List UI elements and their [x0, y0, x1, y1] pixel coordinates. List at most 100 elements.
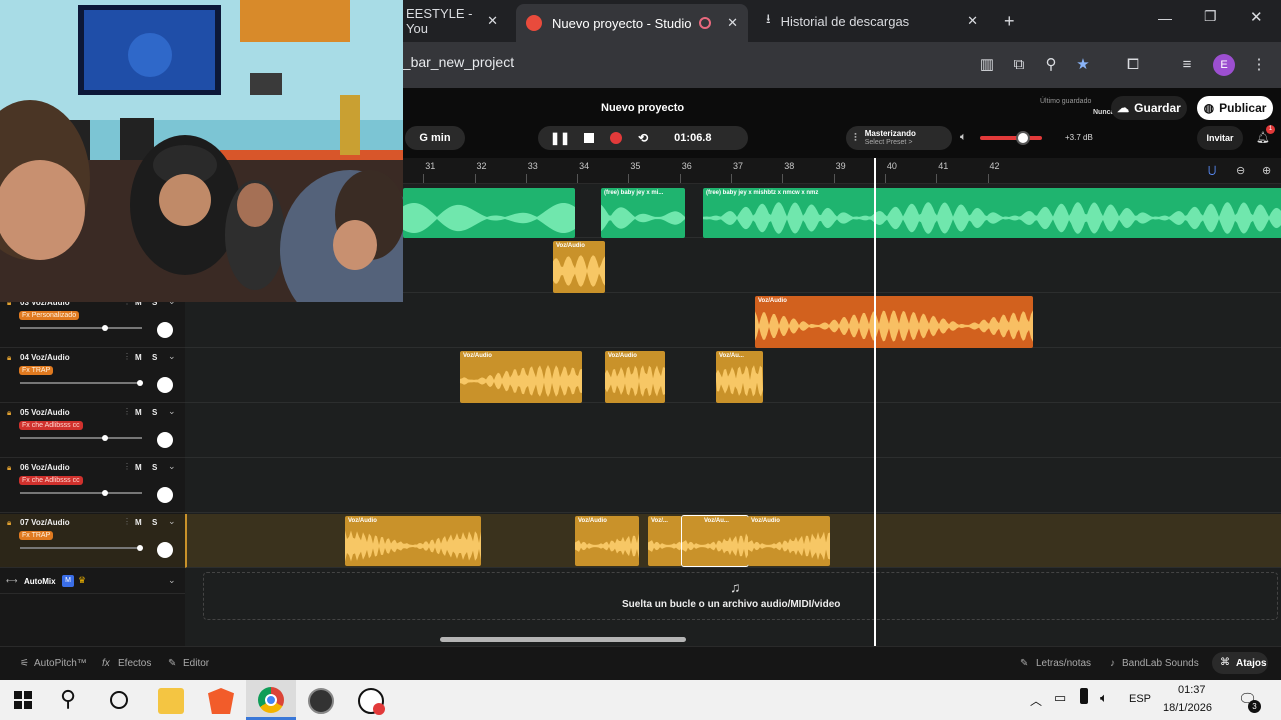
track-volume-fader[interactable]	[20, 325, 142, 331]
volume-handle[interactable]	[1016, 131, 1031, 145]
search-icon[interactable]: ⚲	[60, 686, 76, 712]
lock-icon[interactable]: 🔒︎	[7, 353, 11, 363]
voice-clip[interactable]: Voz/Audio	[553, 241, 605, 293]
pan-knob[interactable]	[157, 487, 173, 503]
restore-icon[interactable]: ❐	[1204, 8, 1217, 25]
voice-clip-orange[interactable]: Voz/Audio	[755, 296, 1033, 348]
zoom-in-icon[interactable]: ⊕	[1262, 164, 1271, 177]
chevron-down-icon[interactable]: ⌄	[168, 406, 176, 417]
project-title[interactable]: Nuevo proyecto	[601, 102, 684, 114]
solo-button[interactable]: S	[152, 353, 157, 362]
battery-icon[interactable]	[1080, 688, 1088, 704]
fader-handle[interactable]	[136, 380, 143, 386]
voice-clip[interactable]: Voz/Audio	[748, 516, 830, 566]
mute-button[interactable]: M	[135, 463, 142, 472]
track-name[interactable]: 04 Voz/Audio	[20, 353, 70, 362]
track-name[interactable]: 06 Voz/Audio	[20, 463, 70, 472]
pan-knob[interactable]	[157, 432, 173, 448]
media-player-icon[interactable]	[308, 688, 334, 714]
close-icon[interactable]: ✕	[487, 13, 498, 29]
drop-zone[interactable]: ♫ Suelta un bucle o un archivo audio/MID…	[203, 572, 1278, 620]
lock-icon[interactable]: 🔒︎	[7, 518, 11, 528]
pause-icon[interactable]: ❚❚	[550, 131, 570, 145]
horizontal-scrollbar[interactable]	[440, 637, 686, 642]
track-name[interactable]: 05 Voz/Audio	[20, 408, 70, 417]
shortcuts-button[interactable]: ⌘ Atajos	[1212, 652, 1268, 674]
track-header[interactable]: 🔒︎03 Voz/Audio⋮MS⌄Fx Personalizado	[0, 294, 185, 348]
master-volume-slider[interactable]	[980, 131, 1042, 145]
media-controls-icon[interactable]: ≡	[1176, 54, 1198, 76]
track-header[interactable]: 🔒︎ 05 Voz/Audio ⋮ M S ⌄ Fx che Adlibsss cc	[0, 404, 185, 458]
lyrics-button[interactable]: Letras/notas	[1036, 658, 1091, 669]
beat-clip[interactable]: (free) baby jey x mi...	[601, 188, 685, 238]
zoom-icon[interactable]: ⚲	[1040, 54, 1062, 76]
record-icon[interactable]	[610, 132, 623, 144]
beat-clip[interactable]: (free) baby jey x mishbtz x nmcw x nmz	[703, 188, 1281, 238]
extensions-icon[interactable]: ⧠	[1122, 54, 1144, 76]
automix-row[interactable]: ⟷ AutoMix M ♛ ⌄	[0, 570, 185, 594]
minimize-icon[interactable]: —	[1158, 10, 1172, 26]
key-selector[interactable]: G min	[405, 126, 465, 150]
mute-button[interactable]: M	[135, 518, 142, 527]
windows-start-icon[interactable]	[14, 691, 32, 709]
lock-icon[interactable]: 🔒︎	[7, 408, 11, 418]
chevron-down-icon[interactable]: ⌄	[168, 461, 176, 472]
track-volume-fader[interactable]	[20, 435, 142, 441]
tab-youtube[interactable]: EESTYLE - You ✕	[396, 6, 508, 36]
chevron-up-icon[interactable]: ︿	[1030, 692, 1042, 709]
beat-clip[interactable]	[403, 188, 575, 238]
chrome-menu-icon[interactable]: ⋮	[1248, 54, 1270, 76]
voice-clip[interactable]: Voz/Audio	[460, 351, 582, 403]
voice-clip[interactable]: Voz/Audio	[575, 516, 639, 566]
tab-studio[interactable]: Nuevo proyecto - Studio ✕	[516, 4, 748, 42]
track-header[interactable]: 🔒︎ 06 Voz/Audio ⋮ M S ⌄ Fx che Adlibsss cc	[0, 459, 185, 513]
tab-downloads[interactable]: ⭳ Historial de descargas ✕	[756, 6, 988, 36]
chrome-taskbar-button[interactable]	[246, 680, 296, 720]
track-volume-fader[interactable]	[20, 545, 143, 551]
invite-button[interactable]: Invitar	[1197, 126, 1243, 150]
close-icon[interactable]: ✕	[727, 15, 738, 31]
loop-icon[interactable]: ⟲	[638, 131, 648, 145]
voice-clip-selected[interactable]: Voz/Au...	[681, 515, 749, 567]
fx-preset-tag[interactable]: Fx TRAP	[19, 531, 54, 540]
fx-preset-tag[interactable]: Fx che Adlibsss cc	[19, 476, 83, 485]
mute-button[interactable]: M	[135, 353, 142, 362]
voice-clip[interactable]: Voz/Audio	[605, 351, 665, 403]
fader-handle[interactable]	[136, 545, 143, 551]
publish-button[interactable]: ◍ Publicar	[1197, 96, 1273, 120]
sounds-button[interactable]: BandLab Sounds	[1122, 658, 1199, 669]
solo-button[interactable]: S	[152, 518, 157, 527]
track-header[interactable]: 🔒︎ 04 Voz/Audio ⋮ M S ⌄ Fx TRAP	[0, 349, 185, 403]
track-name[interactable]: 07 Voz/Audio	[20, 518, 70, 527]
chevron-down-icon[interactable]: ⌄	[168, 516, 176, 527]
fader-handle[interactable]	[102, 435, 109, 441]
pan-knob[interactable]	[157, 322, 173, 338]
stop-icon[interactable]	[584, 133, 595, 143]
snap-icon[interactable]: ⋃	[1208, 165, 1216, 176]
speaker-icon[interactable]: 🔈︎	[960, 131, 967, 144]
autopitch-button[interactable]: AutoPitch™	[34, 658, 87, 669]
zoom-out-icon[interactable]: ⊖	[1236, 164, 1245, 177]
obs-icon[interactable]	[358, 688, 385, 715]
track-header[interactable]: 🔒︎ 07 Voz/Audio ⋮ M S ⌄ Fx TRAP	[0, 514, 185, 568]
task-view-icon[interactable]	[110, 691, 128, 709]
voice-clip[interactable]: Voz/...	[648, 516, 682, 566]
pan-knob[interactable]	[157, 377, 173, 393]
chevron-down-icon[interactable]: ⌄	[168, 575, 176, 586]
track-volume-fader[interactable]	[20, 490, 142, 496]
bookmark-star-icon[interactable]: ★	[1072, 54, 1094, 76]
solo-button[interactable]: S	[152, 463, 157, 472]
effects-button[interactable]: Efectos	[118, 658, 151, 669]
voice-clip[interactable]: Voz/Audio	[345, 516, 481, 566]
fx-preset-tag[interactable]: Fx che Adlibsss cc	[19, 421, 83, 430]
new-tab-button[interactable]: +	[994, 6, 1020, 36]
clock-time[interactable]: 01:37	[1178, 684, 1206, 696]
fx-preset-tag[interactable]: Fx Personalizado	[19, 311, 80, 320]
playhead[interactable]	[874, 158, 876, 646]
mastering-button[interactable]: ⫶ Masterizando Select Preset >	[846, 126, 952, 150]
pan-knob[interactable]	[157, 542, 173, 558]
lock-icon[interactable]: 🔒︎	[7, 463, 11, 473]
clock-date[interactable]: 18/1/2026	[1163, 702, 1212, 714]
fader-handle[interactable]	[102, 490, 109, 496]
file-explorer-icon[interactable]	[158, 688, 184, 714]
